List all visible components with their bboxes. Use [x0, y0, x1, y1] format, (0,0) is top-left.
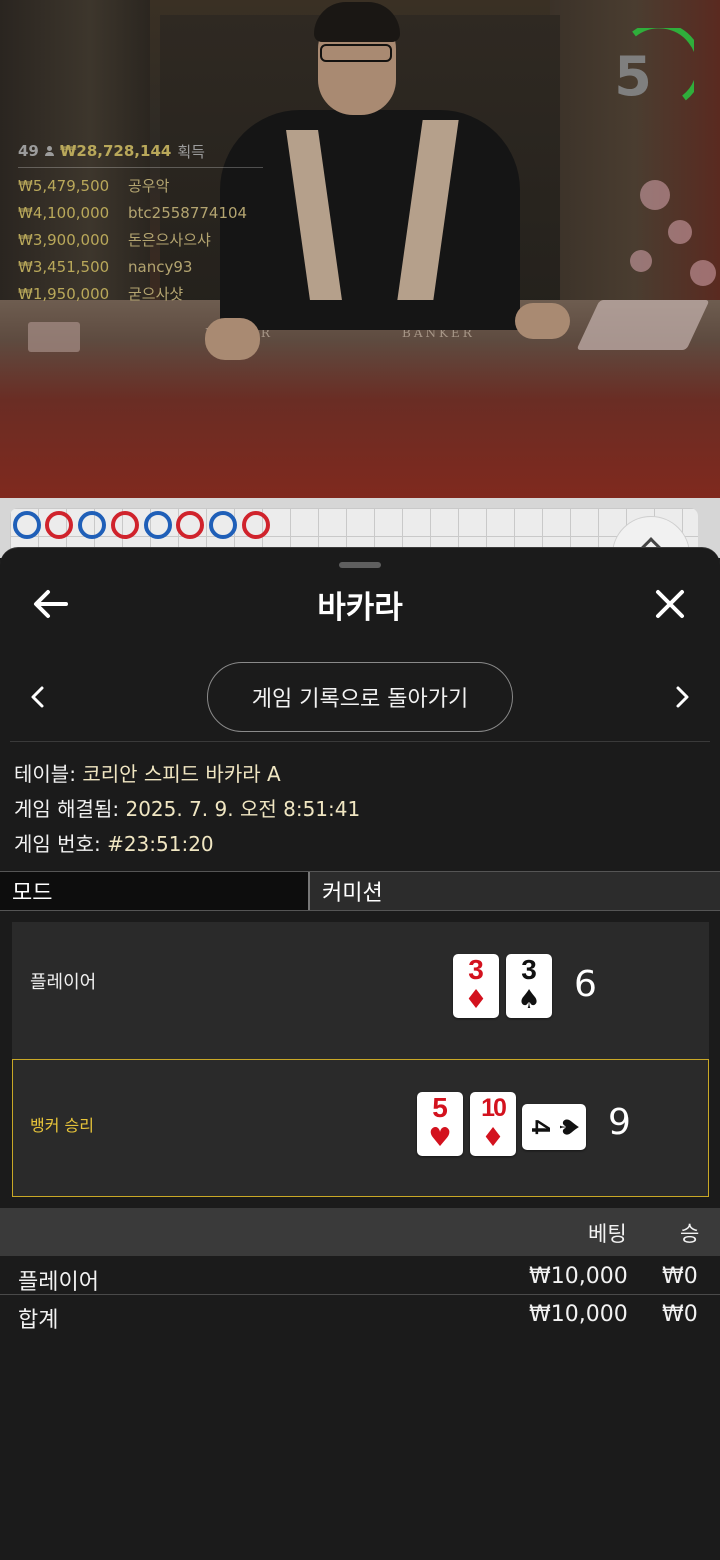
bead-player	[13, 511, 41, 539]
banker-score: 9	[608, 1102, 631, 1143]
total-label: 합계	[18, 1308, 59, 1333]
col-win-header: 승	[680, 1222, 700, 1246]
winner-name: nancy93	[128, 257, 193, 276]
winner-amount: ₩5,479,500	[18, 176, 110, 195]
card-rank: 5	[432, 1092, 448, 1123]
blossom-decoration	[640, 180, 670, 210]
blossom-decoration	[630, 250, 652, 272]
info-resolved-value: 2025. 7. 9. 오전 8:51:41	[125, 797, 361, 821]
playing-card-sideways: 4 ♠	[522, 1104, 586, 1150]
chevron-right-icon[interactable]	[666, 680, 698, 714]
info-resolved: 게임 해결됨: 2025. 7. 9. 오전 8:51:41	[14, 793, 360, 822]
diamond-suit-icon: ♦	[464, 985, 488, 1015]
total-bet-amount: ₩10,000	[529, 1302, 628, 1327]
col-bet-header: 베팅	[588, 1222, 627, 1246]
info-number-value: #23:51:20	[107, 832, 214, 856]
bead-banker	[111, 511, 139, 539]
win-amount: ₩0	[662, 1264, 698, 1289]
player-score: 6	[574, 964, 597, 1005]
winner-name: 돈은으사으샤	[128, 231, 211, 249]
close-icon[interactable]	[650, 584, 690, 624]
player-hand-panel	[12, 922, 709, 1059]
countdown-number: 5	[614, 45, 652, 108]
person-icon	[44, 146, 54, 156]
winner-amount: ₩3,451,500	[18, 257, 110, 276]
winner-name: 공우악	[128, 177, 170, 195]
card-rank: 3	[521, 954, 537, 985]
bead-banker	[176, 511, 204, 539]
row-divider	[0, 1294, 720, 1295]
info-game-number: 게임 번호: #23:51:20	[14, 828, 214, 857]
winner-row: ₩3,451,500 nancy93	[18, 253, 278, 280]
chevron-left-icon[interactable]	[22, 680, 54, 714]
bead-player	[78, 511, 106, 539]
playing-card: 10 ♦	[470, 1092, 516, 1156]
winners-total: ₩28,728,144	[59, 142, 172, 160]
bead-banker	[242, 511, 270, 539]
playing-card: 5 ♥	[417, 1092, 463, 1156]
banker-hand-panel	[12, 1059, 709, 1197]
sheet-title: 바카라	[317, 590, 403, 626]
info-number-label: 게임 번호:	[14, 832, 101, 856]
winner-amount: ₩4,100,000	[18, 203, 110, 222]
bead-banker	[45, 511, 73, 539]
table-row: 플레이어 ₩10,000 ₩0	[0, 1258, 720, 1296]
winner-row: ₩3,900,000 돈은으사으샤	[18, 226, 278, 253]
info-table-value: 코리안 스피드 바카라 A	[82, 762, 281, 786]
bead-player	[209, 511, 237, 539]
tab-mode[interactable]: 모드	[0, 872, 310, 910]
winner-name: 굳으사샷	[128, 285, 184, 303]
dealer-glasses	[320, 44, 392, 62]
winner-amount: ₩1,950,000	[18, 284, 110, 303]
spade-suit-icon: ♠	[517, 985, 541, 1015]
card-rank: 3	[468, 954, 484, 985]
winner-name: btc2558774104	[128, 203, 248, 222]
winner-row: ₩1,950,000 굳으사샷	[18, 280, 278, 307]
tab-commission[interactable]: 커미션	[310, 872, 720, 910]
card-holder	[28, 322, 80, 352]
live-video-stream: PLAYER BANKER 5 49 ₩28,728,144 획득 ₩5,479…	[0, 0, 720, 498]
heart-suit-icon: ♥	[428, 1123, 452, 1153]
winners-summary: 49 ₩28,728,144 획득	[18, 140, 278, 162]
back-to-history-button[interactable]: 게임 기록으로 돌아가기	[207, 662, 513, 732]
banker-win-label: 뱅커 승리	[30, 1116, 94, 1135]
player-hand-label: 플레이어	[30, 972, 97, 993]
dealer-hand	[205, 318, 260, 360]
table-row-total: 합계 ₩10,000 ₩0	[0, 1296, 720, 1334]
dealer-hair	[314, 2, 400, 42]
bead-player	[144, 511, 172, 539]
section-divider	[10, 741, 710, 742]
winner-amount: ₩3,900,000	[18, 230, 110, 249]
card-shoe	[576, 300, 710, 350]
info-table: 테이블: 코리안 스피드 바카라 A	[14, 758, 281, 787]
diamond-suit-icon: ♦	[481, 1123, 505, 1153]
info-resolved-label: 게임 해결됨:	[14, 797, 120, 821]
blossom-decoration	[690, 260, 716, 286]
winner-row: ₩4,100,000 btc2558774104	[18, 199, 278, 226]
playing-card: 3 ♠	[506, 954, 552, 1018]
back-arrow-icon[interactable]	[30, 586, 70, 622]
winners-divider	[18, 167, 263, 168]
card-rank: 10	[481, 1094, 507, 1122]
winners-gain-label: 획득	[177, 142, 205, 161]
bet-amount: ₩10,000	[529, 1264, 628, 1289]
dealer-hand	[515, 303, 570, 339]
winners-list: 49 ₩28,728,144 획득 ₩5,479,500 공우악 ₩4,100,…	[18, 140, 278, 307]
mode-tabs: 모드 커미션	[0, 871, 720, 911]
spade-suit-icon: ♠	[553, 1115, 583, 1139]
winner-row: ₩5,479,500 공우악	[18, 172, 278, 199]
blossom-decoration	[668, 220, 692, 244]
sheet-drag-handle[interactable]	[339, 562, 381, 568]
app-root: PLAYER BANKER 5 49 ₩28,728,144 획득 ₩5,479…	[0, 0, 720, 1560]
playing-card: 3 ♦	[453, 954, 499, 1018]
info-table-label: 테이블:	[14, 762, 76, 786]
bet-name: 플레이어	[18, 1270, 99, 1295]
total-win-amount: ₩0	[662, 1302, 698, 1327]
winners-count: 49	[18, 142, 39, 160]
